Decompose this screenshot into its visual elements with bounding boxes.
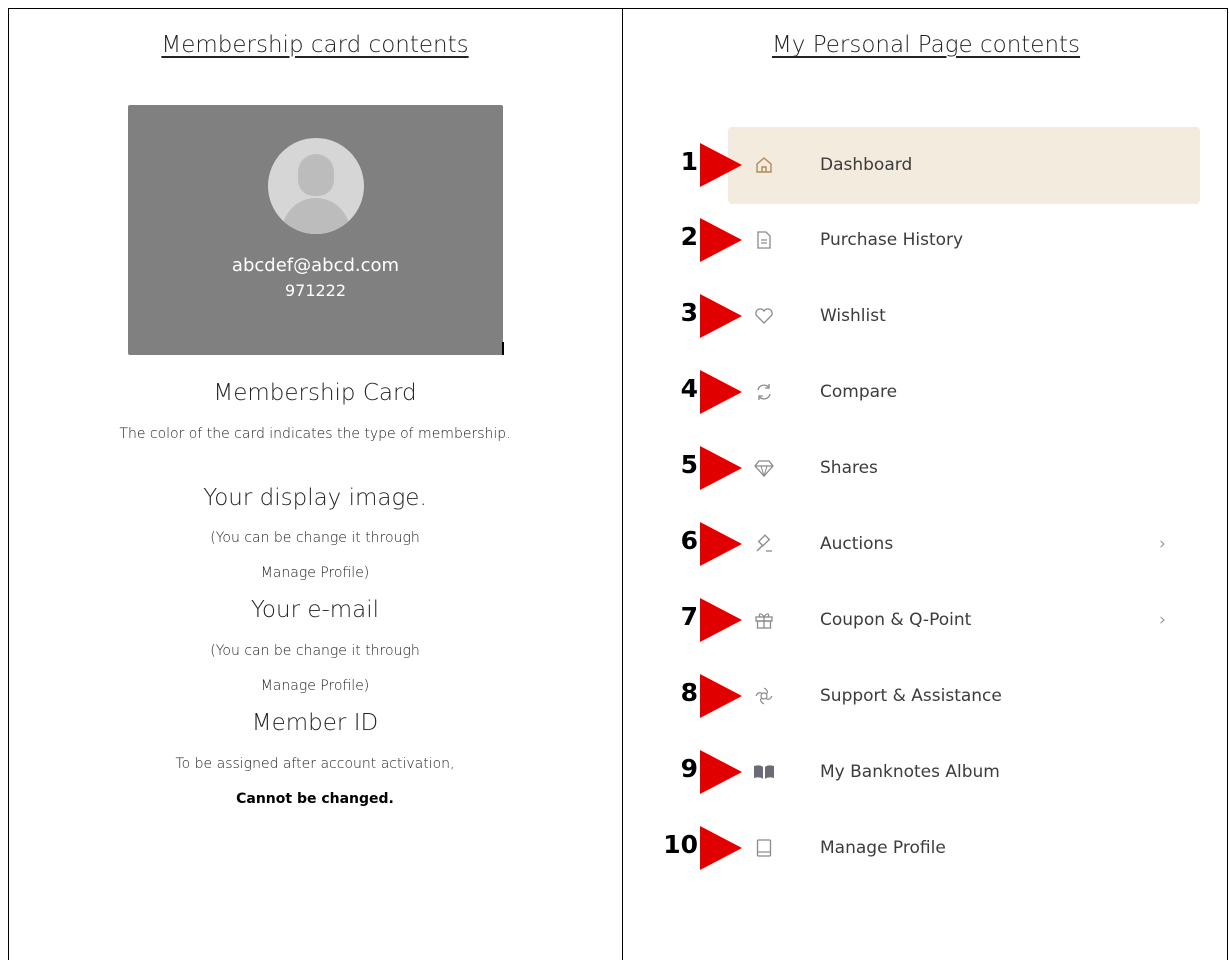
menu-label-support: Support & Assistance <box>820 686 1002 706</box>
chevron-right-icon[interactable]: › <box>1159 608 1166 632</box>
avatar-head-shape <box>298 154 334 196</box>
menu-row-auctions[interactable]: 6 Auctions › <box>624 512 1228 582</box>
card-edge-mark <box>502 342 504 355</box>
callout-arrow-icon <box>700 750 742 794</box>
email-note-line2: Manage Profile) <box>260 678 370 694</box>
menu-label-coupon: Coupon & Q-Point <box>820 610 972 630</box>
callout-arrow-icon <box>700 218 742 262</box>
menu-label-manage-profile: Manage Profile <box>820 838 946 858</box>
avatar-body-shape <box>282 198 350 234</box>
gift-icon <box>752 608 776 632</box>
callout-arrow-icon <box>700 446 742 490</box>
membership-card-column: Membership card contents abcdef@abcd.com… <box>8 8 622 960</box>
menu-row-purchase-history[interactable]: 2 Purchase History <box>624 208 1228 278</box>
menu-row-wishlist[interactable]: 3 Wishlist <box>624 284 1228 354</box>
callout-number: 3 <box>680 298 698 327</box>
book-icon <box>752 760 776 784</box>
menu-label-wishlist: Wishlist <box>820 306 886 326</box>
callout-number: 10 <box>663 830 698 859</box>
callout-number: 4 <box>680 374 698 403</box>
membership-card: abcdef@abcd.com 971222 <box>128 105 503 355</box>
refresh-icon <box>752 380 776 404</box>
display-image-note-line2: Manage Profile) <box>260 565 370 581</box>
menu-row-support[interactable]: 8 Support & Assistance <box>624 664 1228 734</box>
email-title: Your e-mail <box>250 597 380 623</box>
column-divider <box>622 8 623 960</box>
menu-label-banknotes-album: My Banknotes Album <box>820 762 1000 782</box>
member-id-title: Member ID <box>251 710 379 736</box>
personal-page-column: My Personal Page contents 1 Dashboard 2 … <box>624 8 1228 960</box>
email-note-line1: (You can be change it through <box>210 643 420 659</box>
callout-arrow-icon <box>700 674 742 718</box>
callout-number: 9 <box>680 754 698 783</box>
callout-arrow-icon <box>700 826 742 870</box>
menu-row-coupon[interactable]: 7 Coupon & Q-Point › <box>624 588 1228 658</box>
menu-row-banknotes-album[interactable]: 9 My Banknotes Album <box>624 740 1228 810</box>
diamond-icon <box>752 456 776 480</box>
callout-number: 1 <box>680 147 698 176</box>
menu-row-compare[interactable]: 4 Compare <box>624 360 1228 430</box>
chevron-right-icon[interactable]: › <box>1159 532 1166 556</box>
profile-icon <box>752 836 776 860</box>
member-id-note-bold: Cannot be changed. <box>236 791 394 807</box>
display-image-note-line1: (You can be change it through <box>210 530 420 546</box>
menu-label-auctions: Auctions <box>820 534 894 554</box>
menu-row-manage-profile[interactable]: 10 Manage Profile <box>624 816 1228 886</box>
document-icon <box>752 228 776 252</box>
menu-row-dashboard[interactable]: 1 Dashboard <box>624 133 1228 203</box>
home-icon <box>752 153 776 177</box>
callout-number: 8 <box>680 678 698 707</box>
menu-label-shares: Shares <box>820 458 878 478</box>
card-description: The color of the card indicates the type… <box>119 426 511 442</box>
callout-arrow-icon <box>700 522 742 566</box>
menu-row-shares[interactable]: 5 Shares <box>624 436 1228 506</box>
heart-icon <box>752 304 776 328</box>
support-icon <box>752 684 776 708</box>
gavel-icon <box>752 532 776 556</box>
callout-number: 2 <box>680 222 698 251</box>
avatar <box>268 138 364 234</box>
card-email: abcdef@abcd.com <box>231 255 400 276</box>
card-member-id: 971222 <box>284 281 347 300</box>
card-title: Membership Card <box>213 380 417 406</box>
personal-page-heading: My Personal Page contents <box>771 32 1081 58</box>
menu-label-dashboard: Dashboard <box>820 155 913 175</box>
callout-arrow-icon <box>700 143 742 187</box>
callout-number: 7 <box>680 602 698 631</box>
callout-arrow-icon <box>700 370 742 414</box>
membership-card-heading: Membership card contents <box>161 32 469 58</box>
callout-arrow-icon <box>700 294 742 338</box>
callout-arrow-icon <box>700 598 742 642</box>
callout-number: 6 <box>680 526 698 555</box>
member-id-note: To be assigned after account activation, <box>175 756 455 772</box>
display-image-title: Your display image. <box>203 485 427 511</box>
menu-label-compare: Compare <box>820 382 898 402</box>
menu-label-purchase-history: Purchase History <box>820 230 964 250</box>
callout-number: 5 <box>680 450 698 479</box>
